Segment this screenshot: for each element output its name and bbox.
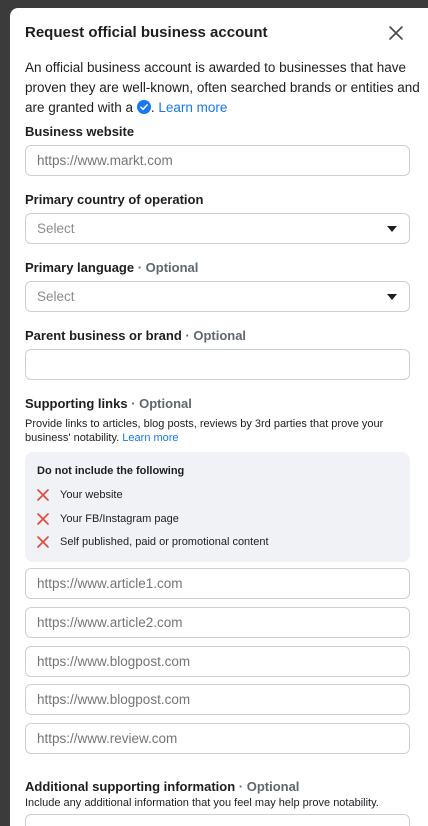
optional-tag: · Optional xyxy=(137,260,199,275)
supporting-link-input[interactable] xyxy=(25,568,410,599)
x-icon xyxy=(37,513,49,525)
primary-country-label: Primary country of operation xyxy=(25,192,204,207)
dialog-header: Request official business account xyxy=(25,22,412,44)
additional-info-textarea[interactable] xyxy=(25,814,410,826)
supporting-link-input[interactable] xyxy=(25,646,410,677)
request-official-account-dialog: Request official business account An off… xyxy=(10,8,428,826)
supporting-link-input[interactable] xyxy=(25,684,410,715)
dropdown-arrow-icon xyxy=(387,294,397,300)
supporting-link-input[interactable] xyxy=(25,607,410,638)
parent-business-input[interactable] xyxy=(25,349,410,380)
learn-more-link[interactable]: Learn more xyxy=(122,432,178,444)
additional-info-label: Additional supporting information · Opti… xyxy=(25,779,300,794)
primary-language-select[interactable]: Select xyxy=(25,281,410,312)
parent-business-label: Parent business or brand · Optional xyxy=(25,328,247,343)
exclusions-notice: Do not include the following Your websit… xyxy=(25,452,410,562)
x-icon xyxy=(37,489,49,501)
supporting-links-help: Provide links to articles, blog posts, r… xyxy=(25,418,384,444)
dropdown-arrow-icon xyxy=(387,226,397,232)
primary-country-select[interactable]: Select xyxy=(25,213,410,244)
business-website-label: Business website xyxy=(25,124,135,139)
learn-more-link[interactable]: Learn more xyxy=(158,100,227,115)
close-icon[interactable] xyxy=(388,25,404,41)
additional-info-help: Include any additional information that … xyxy=(25,797,379,809)
intro-text: An official business account is awarded … xyxy=(25,60,420,115)
optional-tag: · Optional xyxy=(238,779,300,794)
exclusions-title: Do not include the following xyxy=(37,465,185,477)
supporting-link-input[interactable] xyxy=(25,723,410,754)
supporting-links-label: Supporting links · Optional xyxy=(25,396,192,411)
dialog-title: Request official business account xyxy=(25,24,268,41)
verified-badge-icon xyxy=(136,100,151,114)
optional-tag: · Optional xyxy=(185,328,247,343)
primary-language-label: Primary language · Optional xyxy=(25,260,199,275)
business-website-input[interactable] xyxy=(25,145,410,176)
optional-tag: · Optional xyxy=(131,396,192,411)
x-icon xyxy=(37,536,49,548)
